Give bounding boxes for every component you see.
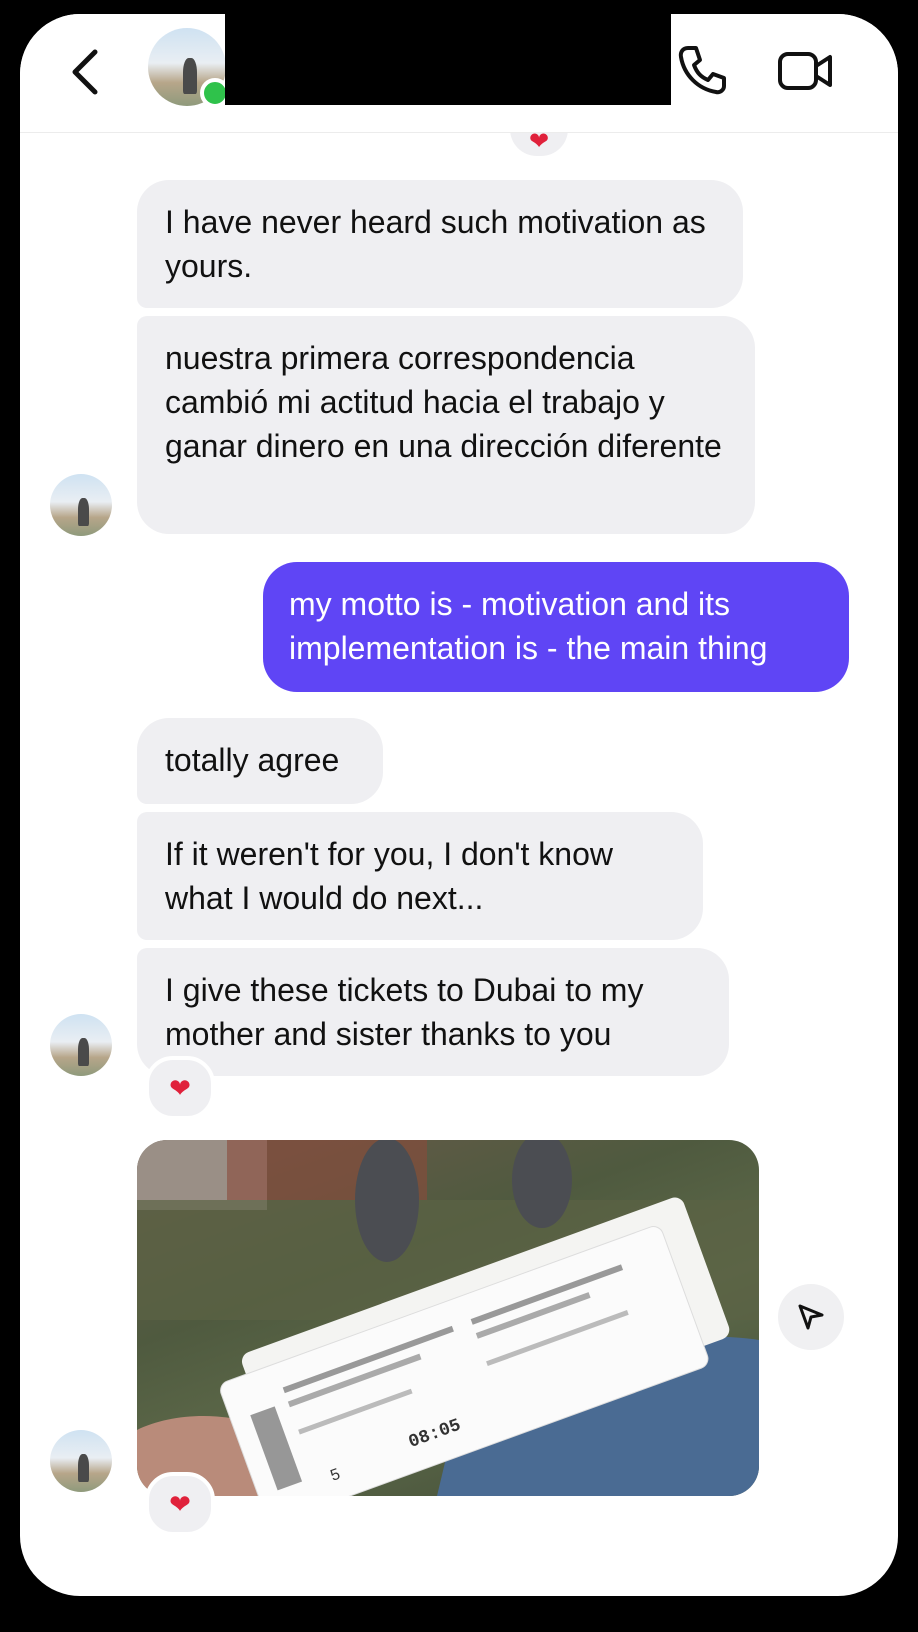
photo-message[interactable]: 5 08:05 bbox=[137, 1140, 759, 1496]
incoming-message-bubble[interactable]: If it weren't for you, I don't know what… bbox=[137, 812, 703, 940]
message-text: nuestra primera correspondencia cambió m… bbox=[165, 340, 722, 464]
phone-icon bbox=[678, 46, 726, 95]
share-button[interactable] bbox=[778, 1284, 844, 1350]
sender-avatar[interactable] bbox=[50, 1014, 112, 1076]
heart-icon: ❤ bbox=[169, 1488, 191, 1519]
chat-screen: ❤ I have never heard such motivation as … bbox=[20, 14, 898, 1596]
ticket-photo: 5 08:05 bbox=[137, 1140, 759, 1496]
redacted-contact-name bbox=[225, 14, 671, 105]
video-camera-icon bbox=[778, 52, 832, 90]
voice-call-button[interactable] bbox=[674, 42, 730, 98]
chat-header bbox=[20, 14, 898, 133]
back-button[interactable] bbox=[65, 42, 105, 102]
sender-avatar[interactable] bbox=[50, 1430, 112, 1492]
contact-avatar[interactable] bbox=[148, 28, 230, 108]
outgoing-message-bubble[interactable]: my motto is - motivation and its impleme… bbox=[263, 562, 849, 692]
chevron-left-icon bbox=[72, 49, 98, 95]
sender-avatar[interactable] bbox=[50, 474, 112, 536]
incoming-message-bubble[interactable]: totally agree bbox=[137, 718, 383, 804]
reaction-heart[interactable]: ❤ bbox=[145, 1056, 215, 1120]
heart-icon: ❤ bbox=[169, 1072, 191, 1103]
avatar-figure bbox=[77, 497, 90, 527]
message-text: I have never heard such motivation as yo… bbox=[165, 204, 706, 284]
avatar-figure bbox=[183, 57, 198, 94]
message-text: totally agree bbox=[165, 742, 340, 778]
incoming-message-bubble[interactable]: nuestra primera correspondencia cambió m… bbox=[137, 316, 755, 534]
incoming-message-bubble[interactable]: I have never heard such motivation as yo… bbox=[137, 180, 743, 308]
reaction-heart[interactable]: ❤ bbox=[145, 1472, 215, 1536]
avatar-figure bbox=[77, 1453, 90, 1483]
sneaker-left bbox=[355, 1140, 419, 1262]
video-call-button[interactable] bbox=[776, 46, 836, 96]
message-text: my motto is - motivation and its impleme… bbox=[289, 586, 768, 666]
incoming-message-bubble[interactable]: I give these tickets to Dubai to my moth… bbox=[137, 948, 729, 1076]
message-text: If it weren't for you, I don't know what… bbox=[165, 836, 613, 916]
avatar-figure bbox=[77, 1037, 90, 1067]
phone-frame: ❤ I have never heard such motivation as … bbox=[0, 0, 918, 1632]
message-text: I give these tickets to Dubai to my moth… bbox=[165, 972, 644, 1052]
send-icon bbox=[798, 1304, 824, 1330]
